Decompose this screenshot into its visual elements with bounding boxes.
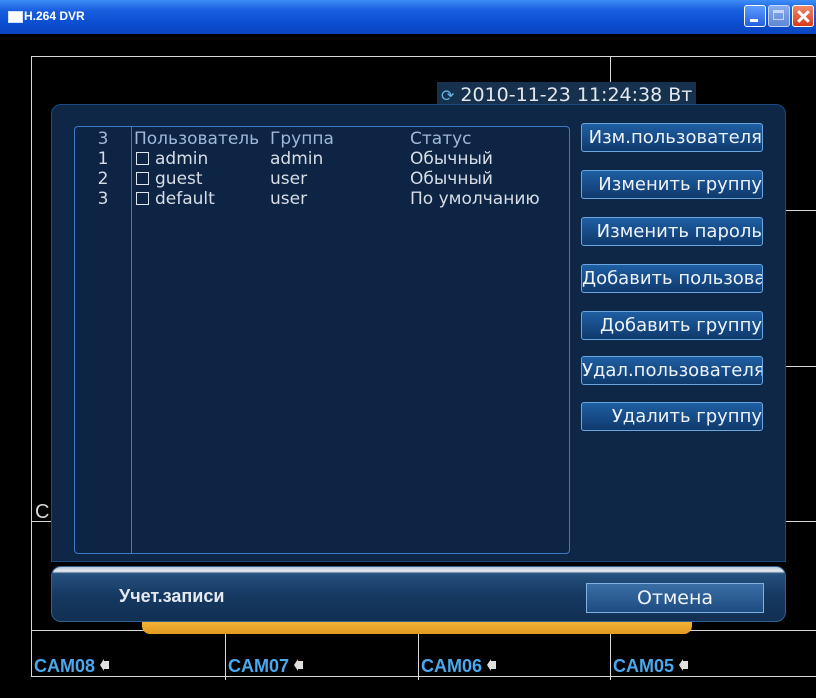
- camera-label-5: CAM05: [613, 656, 689, 677]
- table-header: 3 Пользователь Группа Статус: [75, 129, 569, 149]
- grid-line: [786, 210, 816, 211]
- window-titlebar[interactable]: H.264 DVR: [0, 0, 816, 34]
- status-cell: Обычный: [410, 169, 493, 189]
- footer-accent: [142, 622, 692, 634]
- modify-user-button[interactable]: Изм.пользователя: [581, 123, 763, 152]
- camera-label-8: CAM08: [34, 656, 110, 677]
- row-checkbox[interactable]: [136, 152, 149, 165]
- row-checkbox[interactable]: [136, 192, 149, 205]
- close-button[interactable]: [792, 5, 814, 27]
- user-cell: admin: [134, 149, 268, 169]
- speaker-icon: [294, 659, 304, 671]
- grid-line: [610, 630, 611, 680]
- row-checkbox[interactable]: [136, 172, 149, 185]
- grid-line: [225, 630, 226, 680]
- delete-group-button[interactable]: Удалить группу: [581, 402, 763, 431]
- row-number: 3: [97, 189, 109, 209]
- table-row[interactable]: 1 admin admin Обычный: [75, 149, 569, 169]
- status-cell: Обычный: [410, 149, 493, 169]
- table-row[interactable]: 2 guest user Обычный: [75, 169, 569, 189]
- row-number: 2: [97, 169, 109, 189]
- grid-line: [31, 56, 32, 676]
- status-cell: По умолчанию: [410, 189, 540, 209]
- group-cell: user: [270, 169, 308, 189]
- dialog-title: Учет.записи: [119, 586, 225, 606]
- camera-label-6: CAM06: [421, 656, 497, 677]
- add-user-button[interactable]: Добавить пользователя: [581, 264, 763, 293]
- sync-icon: ⟳: [441, 86, 455, 105]
- minimize-button[interactable]: [744, 5, 766, 27]
- user-cell: guest: [134, 169, 268, 189]
- table-row[interactable]: 3 default user По умолчанию: [75, 189, 569, 209]
- add-group-button[interactable]: Добавить группу: [581, 311, 763, 340]
- camera-label-fragment: C: [35, 501, 50, 523]
- video-screen: ⟳ 2010-11-23 11:24:38 Вт C 3 Пользователь…: [0, 34, 816, 698]
- grid-line: [418, 630, 419, 680]
- header-count: 3: [97, 129, 109, 149]
- speaker-icon: [679, 659, 689, 671]
- grid-line: [786, 521, 816, 522]
- grid-line: [786, 366, 816, 367]
- row-number: 1: [97, 149, 109, 169]
- modify-password-button[interactable]: Изменить пароль: [581, 217, 763, 246]
- speaker-icon: [487, 659, 497, 671]
- group-cell: user: [270, 189, 308, 209]
- group-cell: admin: [270, 149, 324, 169]
- delete-user-button[interactable]: Удал.пользователя: [581, 356, 763, 385]
- cancel-button[interactable]: Отмена: [586, 583, 764, 613]
- header-user: Пользователь: [134, 129, 260, 149]
- speaker-icon: [100, 659, 110, 671]
- camera-label-7: CAM07: [228, 656, 304, 677]
- window-title: H.264 DVR: [24, 9, 85, 23]
- datetime-text: 2010-11-23 11:24:38 Вт: [460, 84, 693, 106]
- modify-group-button[interactable]: Изменить группу: [581, 170, 763, 199]
- maximize-button[interactable]: [768, 5, 790, 27]
- user-cell: default: [134, 189, 268, 209]
- app-icon: [8, 11, 23, 23]
- user-table[interactable]: 3 Пользователь Группа Статус 1 admin adm…: [74, 126, 570, 554]
- header-status: Статус: [410, 129, 472, 149]
- header-group: Группа: [270, 129, 334, 149]
- grid-line: [31, 56, 816, 57]
